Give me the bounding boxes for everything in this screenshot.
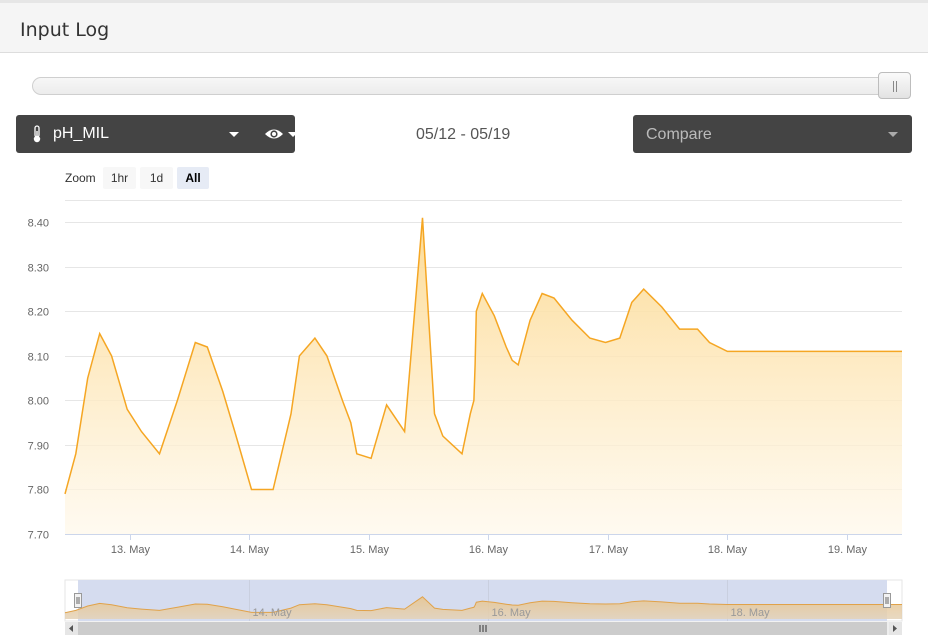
navigator-left-handle[interactable]: [74, 593, 82, 608]
x-tick-label: 19. May: [828, 544, 868, 556]
y-tick-label: 8.30: [28, 263, 49, 275]
y-tick-label: 7.90: [28, 441, 49, 453]
navigator[interactable]: 14. May 16. May 18. May: [64, 579, 903, 622]
y-tick-label: 8.40: [28, 218, 49, 230]
y-tick-label: 8.10: [28, 352, 49, 364]
y-tick-label: 8.00: [28, 396, 49, 408]
navigator-x-tick-label: 14. May: [253, 607, 293, 619]
ph-series-area: [65, 217, 902, 535]
y-tick-label: 7.80: [28, 485, 49, 497]
x-tick-label: 14. May: [230, 544, 270, 556]
y-tick-label: 7.70: [28, 530, 49, 542]
x-tick-label: 17. May: [589, 544, 629, 556]
y-axis: 7.70 7.80 7.90 8.00 8.10 8.20 8.30 8.40: [28, 218, 49, 542]
y-tick-label: 8.20: [28, 307, 49, 319]
navigator-right-handle-box[interactable]: [883, 593, 891, 608]
navigator-scrollbar[interactable]: [65, 622, 902, 635]
x-tick-label: 15. May: [350, 544, 390, 556]
x-tick-label: 16. May: [469, 544, 509, 556]
ph-chart: 7.70 7.80 7.90 8.00 8.10 8.20 8.30 8.40 13. May…: [28, 200, 903, 635]
navigator-right-handle[interactable]: [883, 593, 891, 608]
x-axis: 13. May 14. May 15. May 16. May 17. May 18. M…: [111, 534, 868, 556]
x-tick-label: 13. May: [111, 544, 151, 556]
navigator-x-tick-label: 16. May: [492, 607, 532, 619]
navigator-left-handle-box[interactable]: [74, 593, 82, 608]
x-tick-label: 18. May: [708, 544, 748, 556]
navigator-x-tick-label: 18. May: [731, 607, 771, 619]
